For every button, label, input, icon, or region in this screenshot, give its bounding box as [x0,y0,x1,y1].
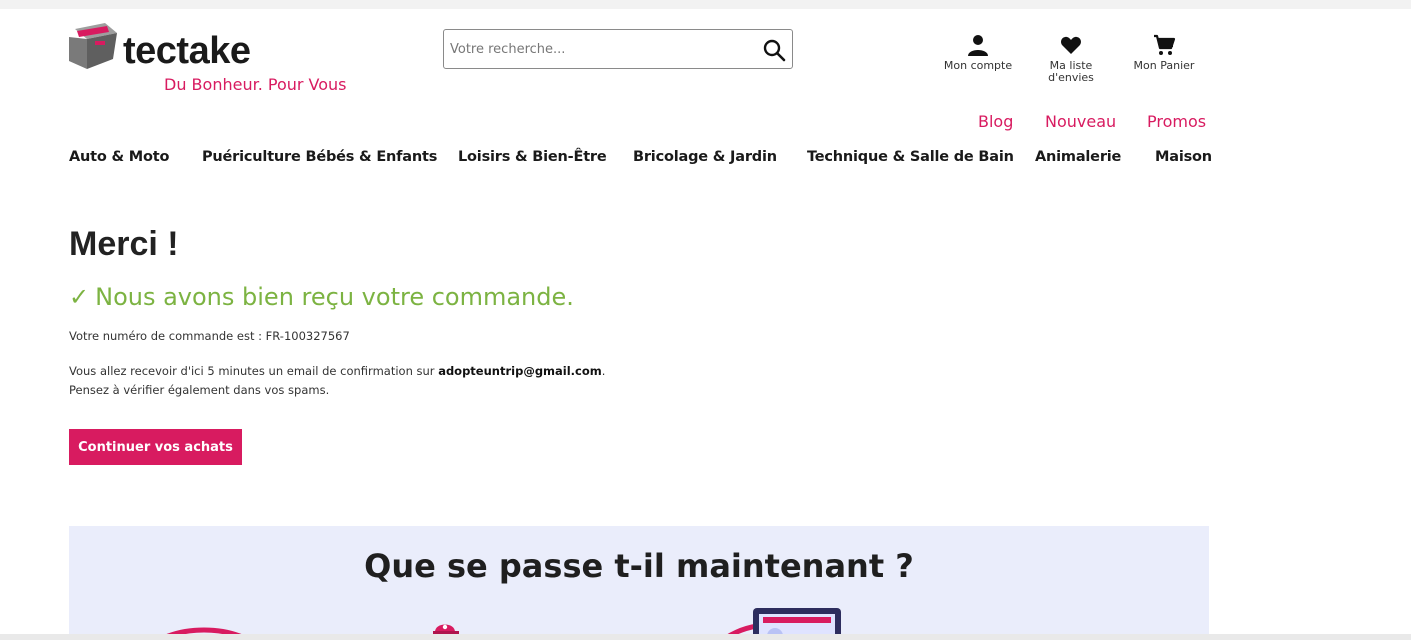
email-address: adopteuntrip@gmail.com [438,364,602,378]
bottom-scroll-edge [0,634,1411,640]
logo[interactable]: tectake Du Bonheur. Pour Vous [69,23,359,98]
email-info: Vous allez recevoir d'ici 5 minutes un e… [69,362,605,400]
nav-item-technique[interactable]: Technique & Salle de Bain [807,149,1014,165]
wishlist-label: Ma liste d'envies [1048,59,1094,84]
user-icon [968,35,988,56]
confirmation-text: Nous avons bien reçu votre commande. [95,283,574,311]
search-box [443,29,793,69]
cart-label: Mon Panier [1133,59,1195,72]
next-steps-panel: Que se passe t-il maintenant ? [69,526,1209,640]
cart-icon [1154,34,1176,55]
nav-item-puericulture[interactable]: Puériculture Bébés & Enfants [202,149,437,165]
nav-item-loisirs[interactable]: Loisirs & Bien-Être [458,149,607,165]
nouveau-link[interactable]: Nouveau [1045,112,1116,131]
promos-link[interactable]: Promos [1147,112,1206,131]
search-input[interactable] [450,38,750,60]
nav-item-maison[interactable]: Maison [1155,149,1212,165]
order-number-line: Votre numéro de commande est : FR-100327… [69,328,350,344]
order-confirmation: ✓ Nous avons bien reçu votre commande. [69,281,574,313]
wishlist-link[interactable]: Ma liste d'envies [1031,33,1111,84]
top-links: Blog Nouveau Promos [978,112,1218,136]
order-number: FR-100327567 [265,329,350,343]
next-steps-title: Que se passe t-il maintenant ? [364,547,914,585]
page-title: Merci ! [69,225,179,263]
main-nav: Auto & Moto Puériculture Bébés & Enfants… [69,149,1214,171]
continue-shopping-button[interactable]: Continuer vos achats [69,429,242,465]
email-info-suffix: . [601,364,606,378]
cart-link[interactable]: Mon Panier [1124,33,1204,72]
nav-item-auto-moto[interactable]: Auto & Moto [69,149,169,165]
order-number-label: Votre numéro de commande est : [69,329,266,343]
email-info-text: Vous allez recevoir d'ici 5 minutes un e… [69,364,439,378]
logo-cube-icon [69,23,117,69]
account-label: Mon compte [943,59,1013,72]
heart-icon [1061,36,1081,54]
top-strip [0,0,1411,9]
nav-item-animalerie[interactable]: Animalerie [1035,149,1121,165]
spam-note: Pensez à vérifier également dans vos spa… [69,383,330,397]
brand-name: tectake [123,30,251,72]
brand-tagline: Du Bonheur. Pour Vous [164,75,347,94]
nav-item-bricolage[interactable]: Bricolage & Jardin [633,149,777,165]
check-icon: ✓ [69,283,90,311]
blog-link[interactable]: Blog [978,112,1013,131]
search-icon[interactable] [762,38,786,62]
account-link[interactable]: Mon compte [938,33,1018,72]
